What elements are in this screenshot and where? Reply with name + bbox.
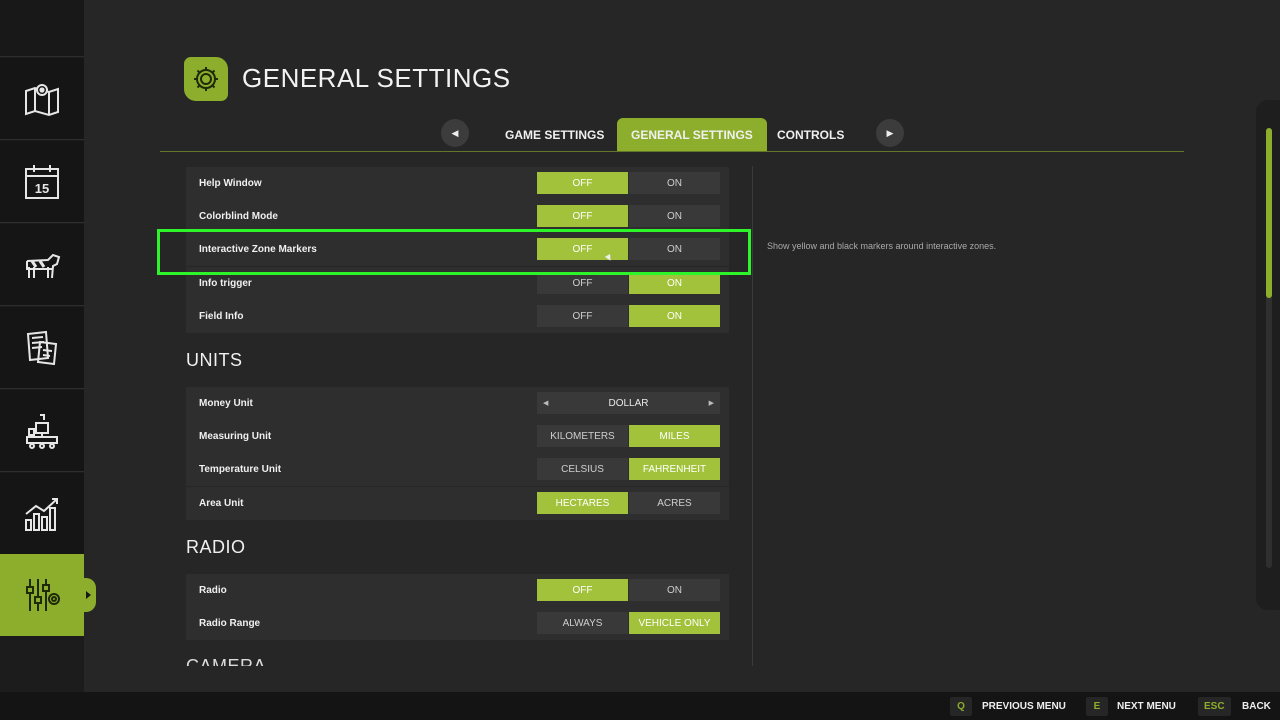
previous-menu-button[interactable]: PREVIOUS MENU [982,701,1066,712]
tab-controls[interactable]: CONTROLS [763,118,858,151]
setting-row-radio: Radio OFF ON [186,574,729,607]
list-divider [752,166,753,666]
setting-label: Field Info [199,311,244,322]
settings-gear-badge [184,57,228,101]
setting-label: Area Unit [199,498,244,509]
key-e-badge: E [1086,697,1108,716]
option-on[interactable]: ON [629,238,720,260]
tab-next-button[interactable]: ▶ [876,119,904,147]
option-on[interactable]: ON [629,579,720,601]
setting-label: Measuring Unit [199,431,272,442]
option-always[interactable]: ALWAYS [537,612,628,634]
option-hectares[interactable]: HECTARES [537,492,628,514]
sidebar-item-animals[interactable] [0,224,84,306]
setting-description: Show yellow and black markers around int… [767,241,997,251]
setting-row-info-trigger: Info trigger OFF ON [186,267,729,300]
option-off[interactable]: OFF [537,579,628,601]
gear-icon [194,67,218,91]
section-title-radio: RADIO [186,537,246,557]
option-on[interactable]: ON [629,305,720,327]
setting-label: Interactive Zone Markers [199,244,317,255]
production-icon [26,413,58,449]
sidebar: 15 [0,0,84,692]
setting-row-colorblind-mode: Colorblind Mode OFF ON [186,200,729,233]
section-title-units: UNITS [186,350,243,370]
setting-label: Money Unit [199,398,253,409]
settings-screen: 15 GENERAL SETTINGS ◀ GAME SETTINGS GENE… [0,0,1280,720]
option-on[interactable]: ON [629,205,720,227]
option-on[interactable]: ON [629,172,720,194]
option-fahrenheit[interactable]: FAHRENHEIT [629,458,720,480]
option-celsius[interactable]: CELSIUS [537,458,628,480]
sidebar-item-map[interactable] [0,58,84,140]
caret-right-icon: ▶ [886,127,894,138]
page-title: GENERAL SETTINGS [242,63,511,93]
setting-row-money-unit: Money Unit ◀ DOLLAR ▶ [186,387,729,420]
tab-general-settings[interactable]: GENERAL SETTINGS [617,118,767,151]
svg-text:15: 15 [35,181,49,196]
sidebar-header [0,0,84,57]
setting-row-measuring-unit: Measuring Unit KILOMETERS MILES [186,420,729,453]
scrollbar-thumb[interactable] [1266,128,1272,298]
next-menu-button[interactable]: NEXT MENU [1117,701,1176,712]
money-unit-value: DOLLAR [608,397,649,409]
settings-list: Help Window OFF ON Colorblind Mode OFF O… [186,166,730,666]
caret-left-icon[interactable]: ◀ [543,399,548,407]
sidebar-active-indicator [84,578,96,612]
option-off[interactable]: OFF [537,205,628,227]
tab-prev-button[interactable]: ◀ [441,119,469,147]
contracts-icon [26,330,58,365]
money-unit-selector[interactable]: ◀ DOLLAR ▶ [537,392,720,414]
option-on[interactable]: ON [629,272,720,294]
statistics-icon [25,497,58,531]
setting-row-area-unit: Area Unit HECTARES ACRES [186,487,729,520]
setting-label: Colorblind Mode [199,211,278,222]
option-off[interactable]: OFF [537,172,628,194]
option-off[interactable]: OFF [537,238,628,260]
sidebar-item-calendar[interactable]: 15 [0,141,84,223]
sidebar-item-statistics[interactable] [0,473,84,555]
setting-row-field-info: Field Info OFF ON [186,300,729,333]
option-off[interactable]: OFF [537,305,628,327]
tab-game-settings[interactable]: GAME SETTINGS [491,118,618,151]
calendar-icon: 15 [25,164,59,199]
cow-icon [26,253,61,278]
tab-underline [160,151,1184,152]
option-off[interactable]: OFF [537,272,628,294]
setting-label: Temperature Unit [199,464,282,475]
setting-row-help-window: Help Window OFF ON [186,167,729,200]
option-acres[interactable]: ACRES [629,492,720,514]
back-button[interactable]: BACK [1242,701,1271,712]
key-esc-badge: ESC [1198,697,1231,716]
key-q-badge: Q [950,697,972,716]
sidebar-item-production[interactable] [0,390,84,472]
option-kilometers[interactable]: KILOMETERS [537,425,628,447]
setting-row-radio-range: Radio Range ALWAYS VEHICLE ONLY [186,607,729,640]
setting-label: Help Window [199,178,262,189]
map-icon [25,83,59,116]
setting-label: Radio [199,585,227,596]
option-miles[interactable]: MILES [629,425,720,447]
caret-right-icon[interactable]: ▶ [709,399,714,407]
setting-row-interactive-zone-markers: Interactive Zone Markers OFF ON [186,233,729,266]
caret-left-icon: ◀ [451,127,459,138]
sidebar-item-contracts[interactable] [0,307,84,389]
setting-row-temperature-unit: Temperature Unit CELSIUS FAHRENHEIT [186,453,729,486]
setting-label: Radio Range [199,618,261,629]
settings-sliders-icon [26,579,60,611]
setting-label: Info trigger [199,278,252,289]
sidebar-item-settings[interactable] [0,554,84,636]
option-vehicle-only[interactable]: VEHICLE ONLY [629,612,720,634]
section-title-camera: CAMERA [186,656,267,666]
